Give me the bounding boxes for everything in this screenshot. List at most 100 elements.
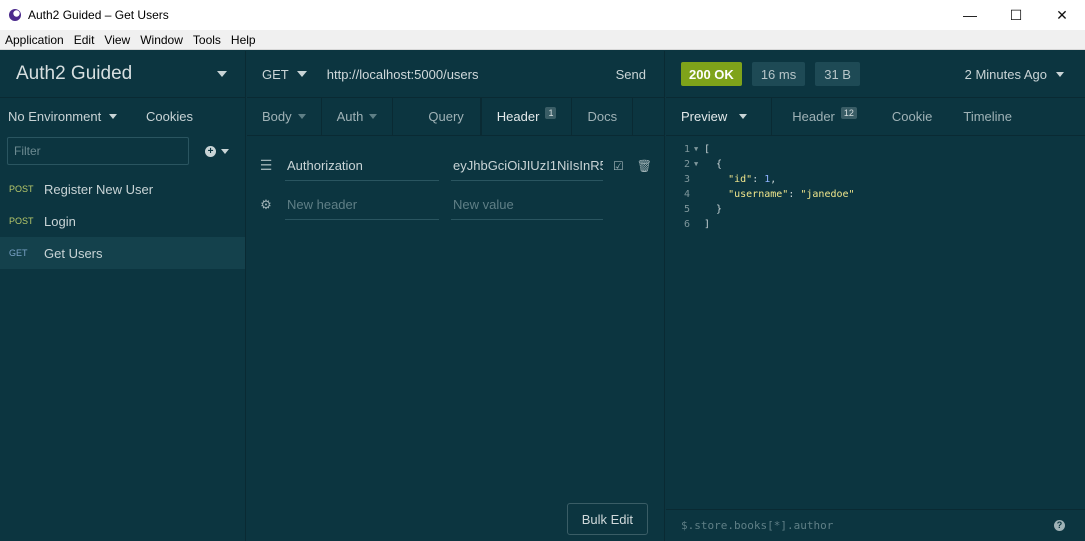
chevron-down-icon <box>297 114 306 119</box>
add-request-button[interactable]: + <box>205 145 229 157</box>
line-number: 3 <box>683 174 690 185</box>
method-badge: POST <box>9 216 34 226</box>
tab-auth[interactable]: Auth <box>322 98 394 135</box>
bulk-edit-button[interactable]: Bulk Edit <box>566 503 648 535</box>
header-count-badge: 1 <box>545 106 557 119</box>
menu-help[interactable]: Help <box>226 33 261 47</box>
gear-icon[interactable]: ⚙ <box>247 197 285 213</box>
code-line: 6 ] <box>666 217 1085 232</box>
tab-query[interactable]: Query <box>393 98 481 135</box>
header-row-controls: ☑ 🗑 <box>613 159 652 173</box>
request-name: Register New User <box>44 181 154 197</box>
new-value-input[interactable]: New value <box>451 190 603 220</box>
request-list: POST Register New User POST Login GET Ge… <box>0 173 245 269</box>
tab-label: Header <box>496 109 540 124</box>
request-item-login[interactable]: POST Login <box>0 205 245 237</box>
response-filter-bar: $.store.books[*].author ? <box>666 509 1085 541</box>
line-number: 1 <box>683 144 690 155</box>
code-line: 4 "username" : "janedoe" <box>666 187 1085 202</box>
insomnia-logo-icon <box>9 9 21 21</box>
close-icon[interactable]: ✕ <box>1039 0 1085 30</box>
tab-label: Header <box>792 109 835 124</box>
window-controls: — ☐ ✕ <box>947 0 1085 30</box>
menu-bar: Application Edit View Window Tools Help <box>0 30 1085 50</box>
menu-application[interactable]: Application <box>0 33 69 47</box>
menu-edit[interactable]: Edit <box>69 33 100 47</box>
workspace-menu[interactable]: Auth2 Guided <box>0 51 245 98</box>
send-button[interactable]: Send <box>616 67 646 82</box>
trash-icon[interactable]: 🗑 <box>637 159 652 173</box>
help-icon[interactable]: ? <box>1054 520 1065 531</box>
method-badge: GET <box>9 248 28 258</box>
chevron-down-icon <box>369 114 378 119</box>
filter-input[interactable] <box>7 137 189 165</box>
history-dropdown[interactable]: 2 Minutes Ago <box>965 67 1064 82</box>
tab-label: Preview <box>681 109 728 124</box>
environment-row: No Environment Cookies <box>0 98 245 134</box>
time-ago-label: 2 Minutes Ago <box>964 66 1047 82</box>
tab-label: Query <box>428 109 464 124</box>
environment-label: No Environment <box>8 108 102 124</box>
sidebar: Auth2 Guided No Environment Cookies + PO… <box>0 51 246 541</box>
request-pane: GET http://localhost:5000/users Send Bod… <box>247 51 665 541</box>
tab-label: Cookie <box>891 109 933 124</box>
new-header-row: ⚙ New header New value <box>247 185 664 224</box>
chevron-down-icon <box>739 114 748 119</box>
code-line: 5 } <box>666 202 1085 217</box>
checkbox-icon[interactable]: ☑ <box>613 159 624 173</box>
new-header-input[interactable]: New header <box>285 190 439 220</box>
url-input[interactable]: http://localhost:5000/users <box>327 67 479 82</box>
tab-docs[interactable]: Docs <box>572 98 634 135</box>
drag-handle-icon[interactable]: ☰ <box>247 157 285 174</box>
header-value-input[interactable]: eyJhbGciOiJIUzI1NiIsInR5c <box>451 151 603 181</box>
minimize-icon[interactable]: — <box>947 0 993 30</box>
plus-icon: + <box>205 145 216 157</box>
request-item-register[interactable]: POST Register New User <box>0 173 245 205</box>
response-tabs: Preview Header 12 Cookie Timeline <box>666 98 1085 136</box>
menu-window[interactable]: Window <box>135 33 188 47</box>
line-number: 5 <box>683 204 690 215</box>
tab-preview[interactable]: Preview <box>666 98 773 135</box>
response-status-bar: 200 OK 16 ms 31 B 2 Minutes Ago <box>666 51 1085 98</box>
json-punct: : <box>752 174 765 185</box>
cookies-button[interactable]: Cookies <box>146 109 193 124</box>
line-number: 4 <box>683 189 690 200</box>
json-token: ] <box>704 219 711 230</box>
json-string: "janedoe" <box>800 189 855 200</box>
response-pane: 200 OK 16 ms 31 B 2 Minutes Ago Preview … <box>666 51 1085 541</box>
tab-label: Docs <box>587 109 618 124</box>
tab-cookie[interactable]: Cookie <box>872 98 947 135</box>
maximize-icon[interactable]: ☐ <box>993 0 1039 30</box>
json-token: [ <box>704 144 711 155</box>
window-title: Auth2 Guided – Get Users <box>28 8 169 22</box>
code-line: 2 ▼ { <box>666 157 1085 172</box>
environment-selector[interactable]: No Environment <box>8 108 118 124</box>
response-filter-input[interactable]: $.store.books[*].author <box>681 519 833 532</box>
code-line: 3 "id" : 1 , <box>666 172 1085 187</box>
tab-label: Body <box>262 109 292 124</box>
status-badge: 200 OK <box>681 62 742 86</box>
tab-label: Timeline <box>963 109 1013 124</box>
line-number: 6 <box>683 219 690 230</box>
method-dropdown[interactable]: GET <box>262 67 307 82</box>
chevron-down-icon <box>221 148 229 154</box>
fold-arrow-icon[interactable]: ▼ <box>694 157 704 172</box>
menu-tools[interactable]: Tools <box>188 33 226 47</box>
request-name: Login <box>44 213 76 229</box>
json-key: "id" <box>728 174 753 185</box>
method-label: GET <box>262 66 289 82</box>
json-key: "username" <box>728 189 789 200</box>
tab-header[interactable]: Header 1 <box>480 98 573 135</box>
menu-view[interactable]: View <box>99 33 135 47</box>
tab-body[interactable]: Body <box>247 98 322 135</box>
tab-timeline[interactable]: Timeline <box>947 98 1027 135</box>
fold-arrow-icon[interactable]: ▼ <box>694 142 704 157</box>
tab-response-header[interactable]: Header 12 <box>772 98 872 135</box>
request-item-get-users[interactable]: GET Get Users <box>0 237 245 269</box>
header-name-input[interactable]: Authorization <box>285 151 439 181</box>
filter-row: + <box>0 134 245 168</box>
chevron-down-icon <box>109 113 118 119</box>
chevron-down-icon <box>296 71 307 77</box>
